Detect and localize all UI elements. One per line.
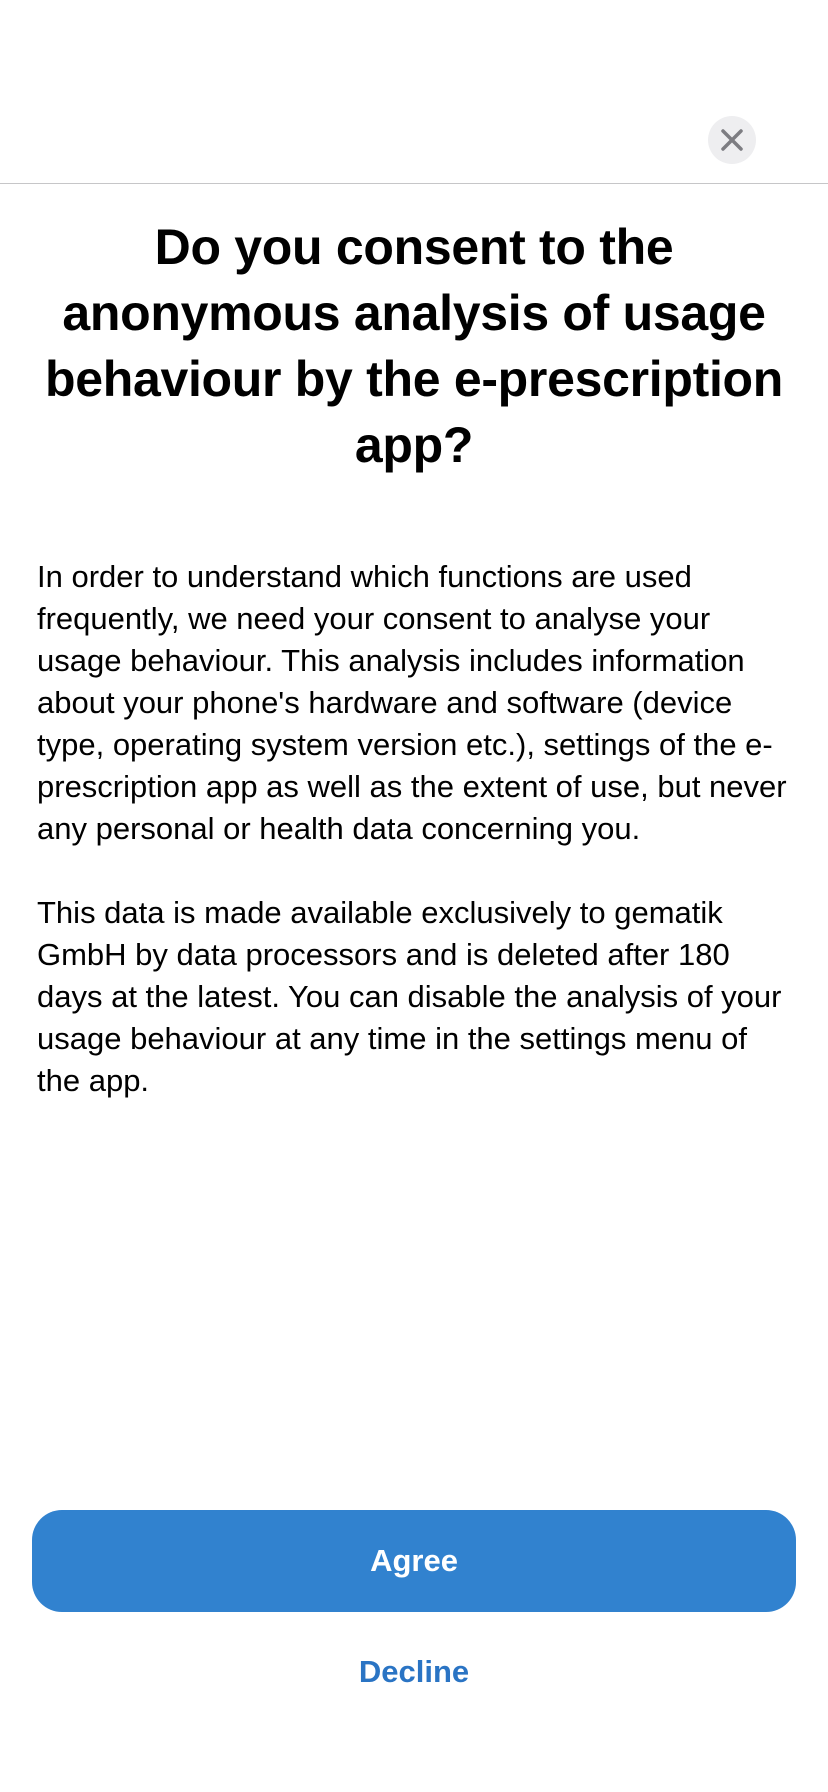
consent-title: Do you consent to the anonymous analysis… (44, 219, 784, 473)
close-icon (721, 129, 743, 151)
consent-description: In order to understand which functions a… (37, 559, 787, 846)
modal-header (0, 0, 828, 184)
agree-button[interactable]: Agree (32, 1510, 796, 1612)
decline-button[interactable]: Decline (314, 1640, 514, 1704)
close-button[interactable] (708, 116, 756, 164)
data-retention-notice: This data is made available exclusively … (37, 895, 782, 1098)
